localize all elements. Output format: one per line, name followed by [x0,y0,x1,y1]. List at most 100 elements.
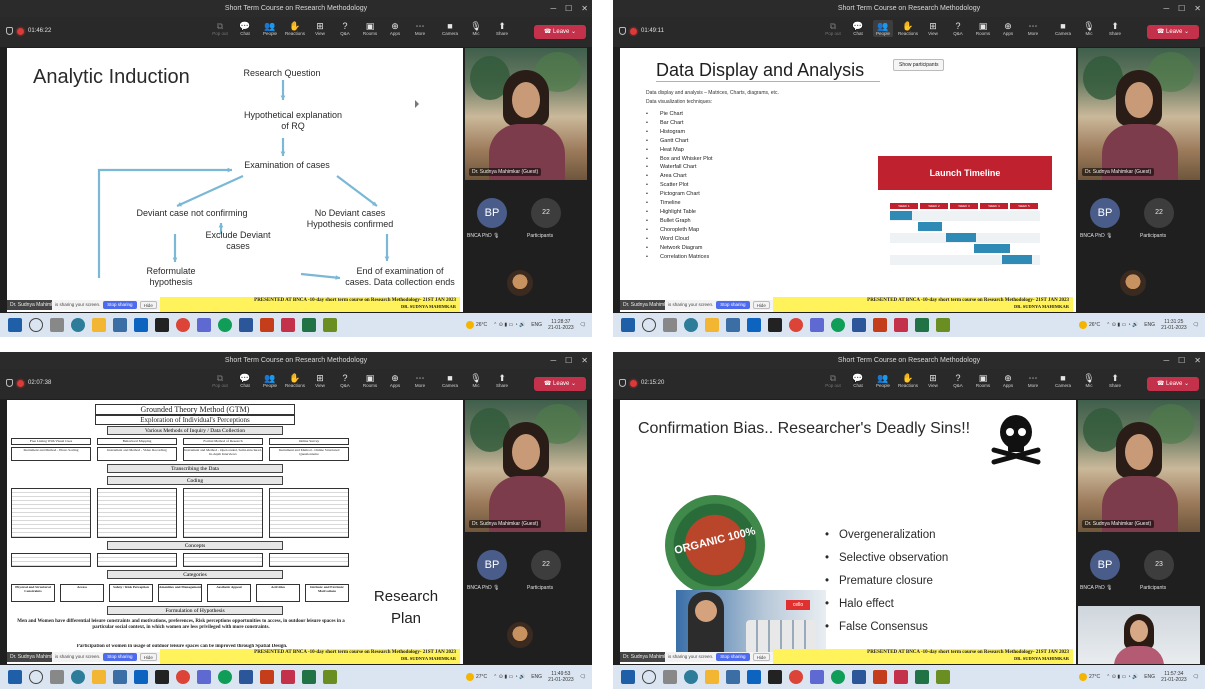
toolbar-chat-button[interactable]: 💬 Chat [235,20,255,37]
weather-widget[interactable]: 26°C [1079,321,1100,329]
mic-button[interactable]: 🎙 Mic [1079,372,1099,389]
camera-button[interactable]: ■ Camera [1053,20,1073,37]
stop-sharing-button[interactable]: Stop sharing [716,653,750,661]
task-view-icon[interactable] [50,670,64,684]
toolbar-reactions-button[interactable]: ✋ Reactions [898,20,918,37]
tray-icons[interactable]: ⌃ ⊙ ▮ ▭ ◔ 🔊 [493,322,525,328]
chrome-icon[interactable] [176,318,190,332]
camera-button[interactable]: ■ Camera [1053,372,1073,389]
participant-video-thumbnail[interactable] [507,270,533,296]
edge-icon[interactable] [71,318,85,332]
start-icon[interactable] [8,318,22,332]
chrome-icon[interactable] [789,670,803,684]
minimize-icon[interactable]: ─ [1163,352,1169,369]
notification-icon[interactable]: 🗨 [1193,322,1199,328]
powerpoint-icon[interactable] [260,670,274,684]
presenter-video[interactable]: Dr. Sudnya Mahimkar (Guest) [465,48,587,180]
excel-icon[interactable] [302,318,316,332]
toolbar-rooms-button[interactable]: ▣ Rooms [973,372,993,389]
teams-icon[interactable] [810,670,824,684]
language-indicator[interactable]: ENG [1144,322,1155,328]
toolbar-rooms-button[interactable]: ▣ Rooms [973,20,993,37]
share-button[interactable]: ⬆ Share [492,20,512,37]
excel-icon[interactable] [915,670,929,684]
chrome-icon[interactable] [176,670,190,684]
toolbar-pop-out-button[interactable]: ⧉ Pop out [210,20,230,37]
search-icon[interactable] [642,670,656,684]
toolbar-view-button[interactable]: ⊞ View [310,372,330,389]
start-icon[interactable] [621,318,635,332]
toolbar-more-button[interactable]: ⋯ More [1023,372,1043,389]
language-indicator[interactable]: ENG [531,674,542,680]
close-icon[interactable]: ✕ [581,352,588,369]
word-icon[interactable] [852,670,866,684]
powerpoint-icon[interactable] [873,318,887,332]
app-icon[interactable] [323,670,337,684]
word-icon[interactable] [852,318,866,332]
weather-widget[interactable]: 27°C [466,673,487,681]
maximize-icon[interactable]: ☐ [1178,352,1185,369]
file-explorer-icon[interactable] [92,318,106,332]
close-icon[interactable]: ✕ [1194,352,1201,369]
clock[interactable]: 11:49:53 21-01-2023 [548,671,574,683]
search-icon[interactable] [642,318,656,332]
maximize-icon[interactable]: ☐ [565,0,572,17]
toolbar-reactions-button[interactable]: ✋ Reactions [285,20,305,37]
toolbar-rooms-button[interactable]: ▣ Rooms [360,20,380,37]
chrome-icon[interactable] [789,318,803,332]
hide-button[interactable]: Hide [752,653,770,661]
start-icon[interactable] [621,670,635,684]
app-icon[interactable] [155,670,169,684]
toolbar-people-button[interactable]: 👥 People [260,20,280,37]
powerpoint-icon[interactable] [873,670,887,684]
participants-count[interactable]: 22 [531,550,561,580]
mic-button[interactable]: 🎙 Mic [466,372,486,389]
mic-button[interactable]: 🎙 Mic [466,20,486,37]
toolbar-apps-button[interactable]: ⊕ Apps [385,20,405,37]
participants-count[interactable]: 22 [531,198,561,228]
file-explorer-icon[interactable] [705,318,719,332]
presenter-video[interactable]: Dr. Sudnya Mahimkar (Guest) [465,400,587,532]
hide-button[interactable]: Hide [139,653,157,661]
store-icon[interactable] [726,670,740,684]
toolbar-more-button[interactable]: ⋯ More [1023,20,1043,37]
edge-icon[interactable] [71,670,85,684]
file-explorer-icon[interactable] [92,670,106,684]
toolbar-q-a-button[interactable]: ? Q&A [335,20,355,37]
camera-button[interactable]: ■ Camera [440,372,460,389]
clock[interactable]: 11:57:34 21-01-2023 [1161,671,1187,683]
excel-icon[interactable] [302,670,316,684]
tray-icons[interactable]: ⌃ ⊙ ▮ ▭ ◔ 🔊 [1106,674,1138,680]
toolbar-people-button[interactable]: 👥 People [873,20,893,37]
toolbar-apps-button[interactable]: ⊕ Apps [385,372,405,389]
language-indicator[interactable]: ENG [1144,674,1155,680]
weather-widget[interactable]: 27°C [1079,673,1100,681]
toolbar-reactions-button[interactable]: ✋ Reactions [285,372,305,389]
app-icon[interactable] [936,670,950,684]
toolbar-reactions-button[interactable]: ✋ Reactions [898,372,918,389]
mail-icon[interactable] [134,318,148,332]
participant-video-thumbnail[interactable] [507,622,533,648]
task-view-icon[interactable] [663,670,677,684]
maximize-icon[interactable]: ☐ [565,352,572,369]
search-icon[interactable] [29,318,43,332]
participants-count[interactable]: 22 [1144,198,1174,228]
store-icon[interactable] [726,318,740,332]
avatar[interactable]: BP [1090,198,1120,228]
language-indicator[interactable]: ENG [531,322,542,328]
task-view-icon[interactable] [663,318,677,332]
minimize-icon[interactable]: ─ [1163,0,1169,17]
store-icon[interactable] [113,318,127,332]
leave-button[interactable]: ☎ Leave ⌄ [1147,25,1199,39]
chrome-profile-icon[interactable] [218,318,232,332]
avatar[interactable]: BP [477,198,507,228]
stop-sharing-button[interactable]: Stop sharing [103,653,137,661]
edge-icon[interactable] [684,318,698,332]
toolbar-more-button[interactable]: ⋯ More [410,372,430,389]
word-icon[interactable] [239,318,253,332]
participant-video[interactable] [1078,606,1200,664]
toolbar-q-a-button[interactable]: ? Q&A [948,20,968,37]
mic-button[interactable]: 🎙 Mic [1079,20,1099,37]
minimize-icon[interactable]: ─ [550,0,556,17]
hide-button[interactable]: Hide [139,301,157,309]
